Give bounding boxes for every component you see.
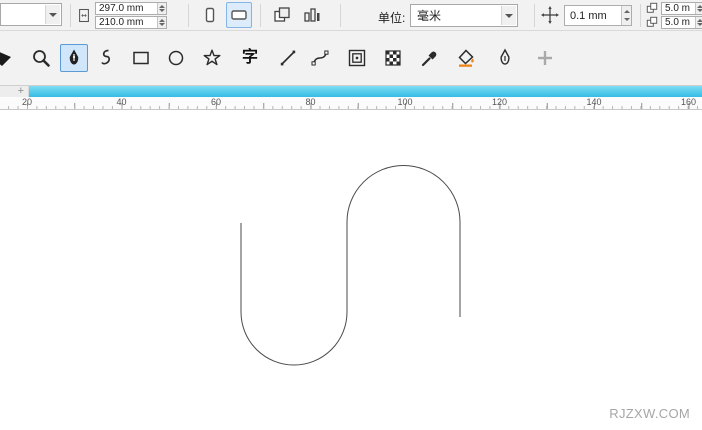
eyedropper-tool[interactable] <box>416 44 444 72</box>
divider <box>70 4 71 27</box>
portrait-icon <box>200 5 220 25</box>
paint-bucket-icon <box>456 48 476 68</box>
apply-size-all-pages-button[interactable] <box>269 2 295 28</box>
pen-tool[interactable] <box>60 44 88 72</box>
duplicate-distance-y-value: 5.0 m <box>665 17 690 28</box>
ruler-tick-label: 100 <box>397 97 412 107</box>
squiggle-curve-icon <box>96 48 116 68</box>
pen-alt-tool[interactable] <box>491 44 519 72</box>
page-preset-dropdown[interactable] <box>0 3 62 26</box>
page-width-field[interactable]: 297.0 mm <box>95 2 167 15</box>
star-icon <box>202 48 222 68</box>
mesh-fill-tool[interactable] <box>379 44 407 72</box>
divider <box>534 4 535 27</box>
property-bar: 297.0 mm 210.0 mm <box>0 0 702 31</box>
page-height-value: 210.0 mm <box>99 17 143 28</box>
ruler-tick-label: 20 <box>22 97 32 107</box>
ruler-tick-label: 40 <box>116 97 126 107</box>
page-height-spinner[interactable] <box>157 17 166 28</box>
duplicate-distance-x-field[interactable]: 5.0 m <box>661 2 702 15</box>
drawing-layer <box>0 110 702 430</box>
eyedropper-icon <box>420 48 440 68</box>
plus-icon <box>535 48 555 68</box>
horizontal-ruler: + 20 40 60 80 100 120 140 160 <box>0 86 702 110</box>
divider <box>188 4 189 27</box>
apply-size-current-page-button[interactable] <box>299 2 325 28</box>
ellipse-tool[interactable] <box>162 44 190 72</box>
magnifier-icon <box>31 48 51 68</box>
crop-knife-icon <box>0 48 15 68</box>
landscape-icon <box>229 5 249 25</box>
pen-nib-outline-icon <box>495 48 515 68</box>
graph-paper-tool[interactable] <box>343 44 371 72</box>
duplicate-y-spinner[interactable] <box>695 17 702 28</box>
all-pages-icon <box>272 5 292 25</box>
nested-squares-icon <box>347 48 367 68</box>
landscape-orientation-button[interactable] <box>226 2 252 28</box>
pen-nib-icon <box>64 48 84 68</box>
duplicate-distance-y-field[interactable]: 5.0 m <box>661 16 702 29</box>
zoom-tool[interactable] <box>27 44 55 72</box>
nudge-offset-icon <box>540 5 560 25</box>
canvas[interactable]: RJZXW.COM <box>0 110 702 430</box>
text-tool[interactable]: 字 <box>236 44 264 72</box>
portrait-orientation-button[interactable] <box>197 2 223 28</box>
rectangle-tool[interactable] <box>127 44 155 72</box>
nudge-distance-field[interactable]: 0.1 mm <box>564 5 632 26</box>
page-width-value: 297.0 mm <box>99 3 143 14</box>
ruler-tick-label: 120 <box>492 97 507 107</box>
duplicate-x-spinner[interactable] <box>695 3 702 14</box>
line-icon <box>278 48 298 68</box>
star-tool[interactable] <box>198 44 226 72</box>
divider <box>640 4 641 27</box>
rectangle-icon <box>131 48 151 68</box>
divider <box>260 4 261 27</box>
text-tool-glyph: 字 <box>242 50 258 66</box>
ruler-tick-label: 60 <box>211 97 221 107</box>
chevron-down-icon[interactable] <box>501 6 516 25</box>
duplicate-distance-x-value: 5.0 m <box>665 3 690 14</box>
ruler-page-band <box>29 86 702 97</box>
ruler-scale: 20 40 60 80 100 120 140 160 <box>0 97 702 110</box>
bspline-tool[interactable] <box>92 44 120 72</box>
page-height-field[interactable]: 210.0 mm <box>95 16 167 29</box>
smart-fill-tool[interactable] <box>452 44 480 72</box>
coreldraw-window: 297.0 mm 210.0 mm <box>0 0 702 430</box>
ruler-tick-label: 140 <box>586 97 601 107</box>
bezier-tool[interactable] <box>306 44 334 72</box>
ruler-tick-label: 160 <box>681 97 696 107</box>
ruler-origin[interactable]: + <box>0 86 29 97</box>
nudge-spinner[interactable] <box>621 6 631 25</box>
nudge-distance-value: 0.1 mm <box>570 10 607 22</box>
checkerboard-icon <box>383 48 403 68</box>
page-dimensions-icon <box>76 6 92 25</box>
ruler-tick-label: 80 <box>305 97 315 107</box>
units-label: 单位: <box>378 9 405 26</box>
bezier-curve-icon <box>310 48 330 68</box>
toolbox: 字 <box>0 31 702 86</box>
units-dropdown[interactable]: 毫米 <box>410 4 518 27</box>
current-page-icon <box>302 5 322 25</box>
duplicate-distance-y-icon <box>646 16 658 28</box>
drawn-s-curve-path[interactable] <box>241 166 460 366</box>
divider <box>340 4 341 27</box>
watermark: RJZXW.COM <box>609 406 690 421</box>
page-width-spinner[interactable] <box>157 3 166 14</box>
chevron-down-icon[interactable] <box>45 5 60 24</box>
duplicate-distance-x-icon <box>646 2 658 14</box>
add-tools-button[interactable] <box>531 44 559 72</box>
line-tool[interactable] <box>274 44 302 72</box>
crop-knife-tool[interactable] <box>0 44 19 72</box>
ellipse-icon <box>166 48 186 68</box>
